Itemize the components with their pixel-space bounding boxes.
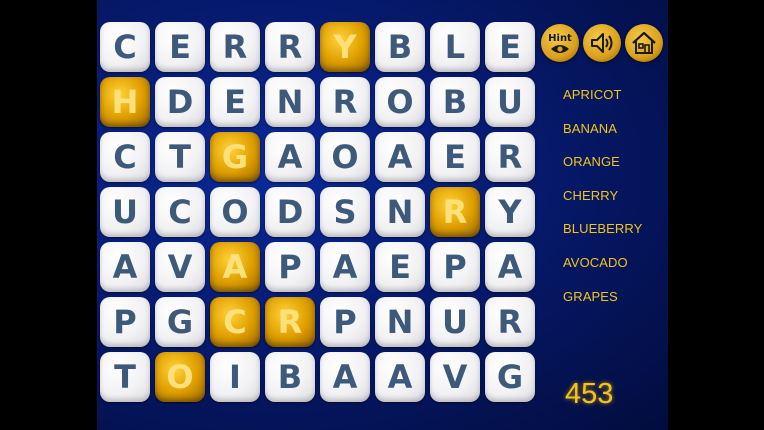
word-list-item: APRICOT	[563, 87, 622, 102]
letter-tile[interactable]: D	[265, 187, 315, 237]
word-list-item: AVOCADO	[563, 254, 628, 270]
letter-tile[interactable]: Y	[485, 187, 535, 237]
letter-tile[interactable]: U	[485, 77, 535, 127]
letter-tile[interactable]: R	[485, 297, 535, 347]
sound-button[interactable]	[583, 24, 621, 62]
letter-tile[interactable]: R	[265, 22, 315, 72]
hint-button[interactable]: Hint	[541, 24, 579, 62]
letter-tile[interactable]: C	[100, 132, 150, 182]
letter-tile[interactable]: E	[375, 242, 425, 292]
letter-tile[interactable]: A	[375, 352, 425, 402]
letter-tile[interactable]: U	[100, 187, 150, 237]
hint-label: Hint	[548, 32, 572, 44]
letter-tile[interactable]: L	[430, 22, 480, 72]
letter-tile[interactable]: G	[210, 132, 260, 182]
word-list-item: GRAPES	[563, 288, 618, 304]
letter-tile[interactable]: A	[265, 132, 315, 182]
word-list-item: ORANGE	[563, 154, 620, 170]
word-list-item: BLUEBERRY	[563, 221, 643, 237]
letter-tile[interactable]: C	[210, 297, 260, 347]
letter-tile[interactable]: T	[100, 352, 150, 402]
letter-tile[interactable]: N	[375, 187, 425, 237]
letter-tile[interactable]: E	[485, 22, 535, 72]
letter-tile[interactable]: P	[430, 242, 480, 292]
house-icon	[632, 31, 656, 54]
letter-tile[interactable]: O	[320, 132, 370, 182]
letter-tile[interactable]: R	[430, 187, 480, 237]
letter-tile[interactable]: R	[265, 297, 315, 347]
score-display: 453	[565, 378, 614, 410]
letter-tile[interactable]: A	[375, 132, 425, 182]
letter-tile[interactable]: P	[265, 242, 315, 292]
letter-tile[interactable]: A	[100, 242, 150, 292]
letter-tile[interactable]: E	[155, 22, 205, 72]
home-button[interactable]	[625, 24, 663, 62]
letter-tile[interactable]: C	[155, 187, 205, 237]
letter-tile[interactable]: S	[320, 187, 370, 237]
letter-tile[interactable]: O	[155, 352, 205, 402]
letter-tile[interactable]: E	[210, 77, 260, 127]
letter-tile[interactable]: I	[210, 352, 260, 402]
letter-tile[interactable]: D	[155, 77, 205, 127]
letter-tile[interactable]: C	[100, 22, 150, 72]
letter-tile[interactable]: N	[375, 297, 425, 347]
letter-tile[interactable]: E	[430, 132, 480, 182]
letter-tile[interactable]: G	[485, 352, 535, 402]
letter-tile[interactable]: R	[320, 77, 370, 127]
letter-tile[interactable]: R	[210, 22, 260, 72]
letter-tile[interactable]: O	[210, 187, 260, 237]
letter-tile[interactable]: B	[265, 352, 315, 402]
letter-tile[interactable]: A	[320, 242, 370, 292]
letter-tile[interactable]: N	[265, 77, 315, 127]
word-list-item: BANANA	[563, 120, 618, 136]
letter-tile[interactable]: A	[210, 242, 260, 292]
letter-tile[interactable]: B	[430, 77, 480, 127]
letter-tile[interactable]: H	[100, 77, 150, 127]
letter-tile[interactable]: O	[375, 77, 425, 127]
letter-tile[interactable]: R	[485, 132, 535, 182]
speaker-icon	[591, 33, 613, 53]
letter-tile[interactable]: A	[320, 352, 370, 402]
letter-tile[interactable]: A	[485, 242, 535, 292]
letter-tile[interactable]: T	[155, 132, 205, 182]
word-list-item: CHERRY	[563, 187, 619, 203]
letter-tile[interactable]: Y	[320, 22, 370, 72]
letter-tile[interactable]: P	[320, 297, 370, 347]
letter-tile[interactable]: B	[375, 22, 425, 72]
letter-grid: CERRYBLEHDENROBUCTGAOAERUCODSNRYAVAPAEPA…	[100, 22, 535, 402]
letter-tile[interactable]: V	[430, 352, 480, 402]
eye-icon	[551, 44, 569, 53]
letter-tile[interactable]: V	[155, 242, 205, 292]
letter-tile[interactable]: P	[100, 297, 150, 347]
letter-tile[interactable]: G	[155, 297, 205, 347]
word-list: APRICOT BANANA ORANGE CHERRY BLUEBERRY A…	[563, 85, 663, 320]
letter-tile[interactable]: U	[430, 297, 480, 347]
